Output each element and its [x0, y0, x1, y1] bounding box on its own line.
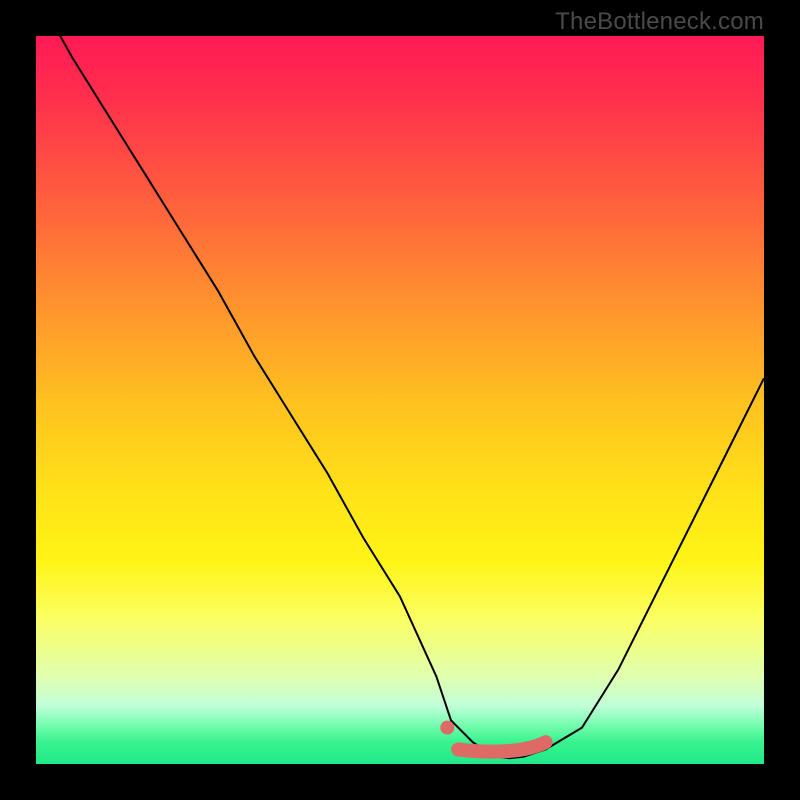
highlight-segment [458, 742, 545, 751]
bottleneck-curve [36, 0, 764, 758]
chart-plot-area [36, 36, 764, 764]
chart-svg [36, 36, 764, 764]
watermark-label: TheBottleneck.com [555, 8, 764, 36]
marker-dot [440, 721, 454, 735]
